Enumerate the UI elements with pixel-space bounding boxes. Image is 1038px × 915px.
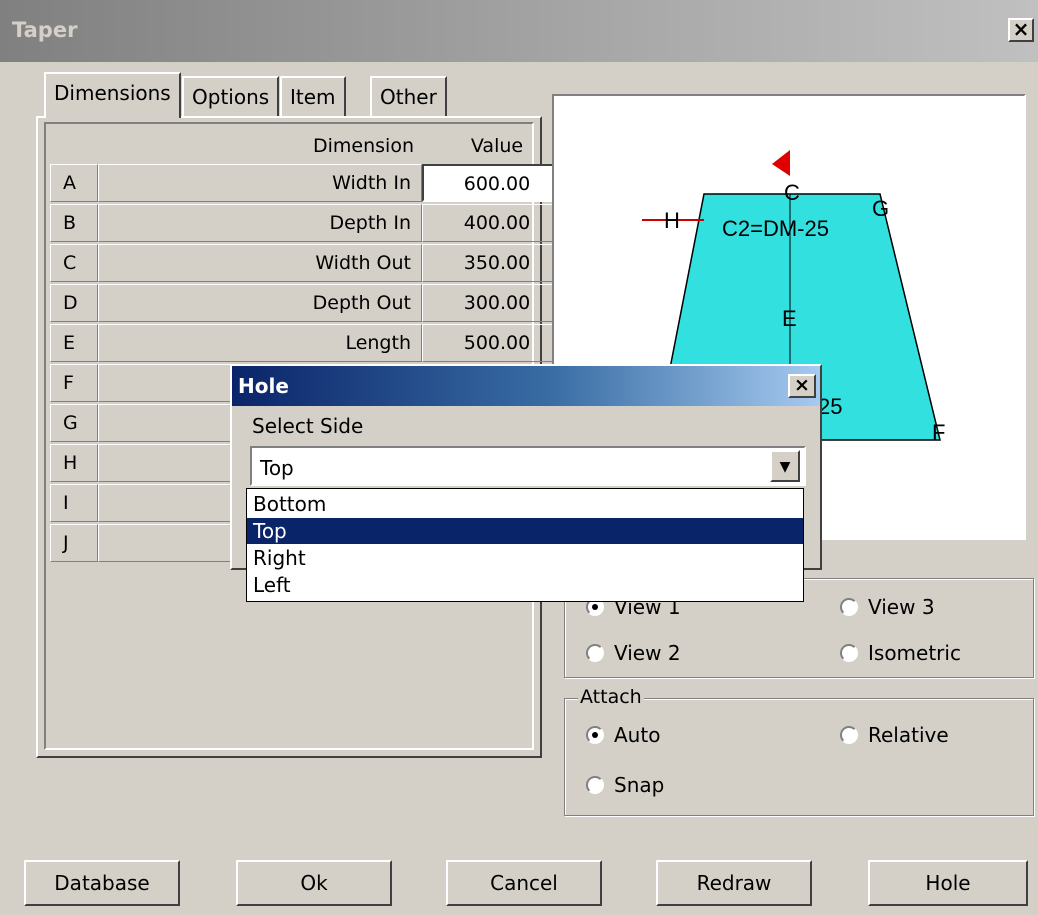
row-value[interactable]: 600.00 <box>422 164 572 202</box>
radio-label[interactable]: View 2 <box>614 642 681 664</box>
attach-group <box>564 698 1034 816</box>
dropdown-option[interactable]: Right <box>247 545 803 571</box>
row-letter: A <box>50 164 98 202</box>
preview-label-right: G <box>872 196 889 221</box>
preview-label-corner: F <box>932 420 945 445</box>
preview-label-center: E <box>782 306 797 331</box>
tab-other[interactable]: Other <box>370 76 447 116</box>
window-title: Taper <box>12 18 78 42</box>
row-dimension: Depth In <box>98 204 422 242</box>
direction-marker-icon <box>772 150 790 176</box>
dropdown-option[interactable]: Top <box>247 518 803 544</box>
row-letter: D <box>50 284 98 322</box>
select-side-combobox[interactable]: Top ▼ <box>250 446 806 486</box>
row-letter: B <box>50 204 98 242</box>
tab-item[interactable]: Item <box>280 76 346 116</box>
row-value[interactable]: 500.00 <box>422 324 572 362</box>
row-letter: H <box>50 444 98 482</box>
select-side-value: Top <box>260 456 294 480</box>
column-header-value: Value <box>470 135 524 157</box>
row-letter: I <box>50 484 98 522</box>
row-letter: E <box>50 324 98 362</box>
dropdown-arrow-icon[interactable]: ▼ <box>770 450 800 482</box>
radio-label[interactable]: Relative <box>868 724 949 746</box>
tab-options[interactable]: Options <box>182 76 280 116</box>
radio-auto[interactable] <box>586 726 604 744</box>
hole-dialog-title: Hole <box>238 374 289 398</box>
radio-view-2[interactable] <box>586 644 604 662</box>
radio-view-3[interactable] <box>840 598 858 616</box>
column-header-dimension: Dimension <box>313 135 414 157</box>
row-dimension: Width Out <box>98 244 422 282</box>
row-value[interactable]: 300.00 <box>422 284 572 322</box>
radio-snap[interactable] <box>586 776 604 794</box>
cancel-button[interactable]: Cancel <box>446 860 602 906</box>
radio-label[interactable]: Snap <box>614 774 664 796</box>
row-letter: F <box>50 364 98 402</box>
hole-dialog-close-button[interactable]: × <box>788 374 816 398</box>
row-dimension: Depth Out <box>98 284 422 322</box>
row-value[interactable]: 350.00 <box>422 244 572 282</box>
row-letter: J <box>50 524 98 562</box>
hole-button[interactable]: Hole <box>868 860 1028 906</box>
radio-label[interactable]: Isometric <box>868 642 961 664</box>
close-icon: × <box>794 374 810 396</box>
radio-isometric[interactable] <box>840 644 858 662</box>
radio-label[interactable]: Auto <box>614 724 660 746</box>
row-letter: G <box>50 404 98 442</box>
preview-label-left: H <box>664 208 680 233</box>
radio-relative[interactable] <box>840 726 858 744</box>
hole-dialog-title-bar <box>232 366 820 406</box>
title-bar <box>0 0 1038 62</box>
preview-annotation-top: C2=DM-25 <box>722 216 829 241</box>
tab-dimensions[interactable]: Dimensions <box>44 72 181 118</box>
dropdown-option[interactable]: Bottom <box>247 491 803 517</box>
select-side-dropdown-list: Bottom Top Right Left <box>246 488 804 602</box>
row-dimension: Length <box>98 324 422 362</box>
redraw-button[interactable]: Redraw <box>656 860 812 906</box>
radio-label[interactable]: View 3 <box>868 596 935 618</box>
close-icon: × <box>1012 17 1030 41</box>
database-button[interactable]: Database <box>24 860 180 906</box>
preview-label-top: C <box>784 180 800 205</box>
row-letter: C <box>50 244 98 282</box>
window-close-button[interactable]: × <box>1008 18 1034 42</box>
attach-group-legend: Attach <box>578 686 644 708</box>
row-value[interactable]: 400.00 <box>422 204 572 242</box>
dropdown-option[interactable]: Left <box>247 572 803 598</box>
ok-button[interactable]: Ok <box>236 860 392 906</box>
row-dimension: Width In <box>98 164 422 202</box>
select-side-label: Select Side <box>252 414 364 438</box>
